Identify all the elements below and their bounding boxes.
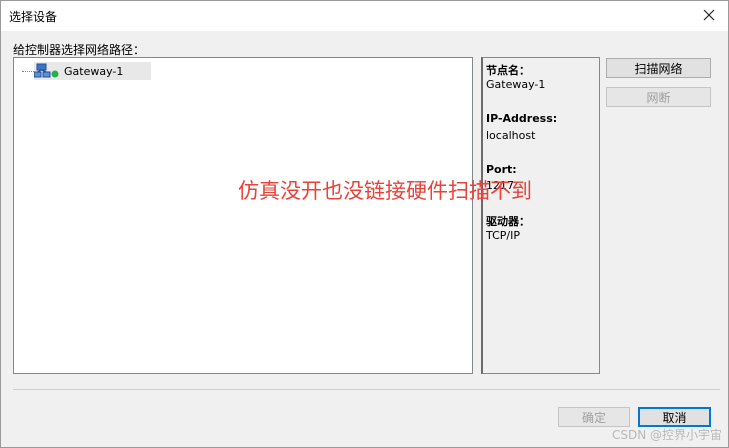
scan-network-button[interactable]: 扫描网络: [606, 58, 711, 78]
ip-address-label: IP-Address:: [486, 112, 558, 125]
port-value: 1217: [486, 179, 514, 192]
close-icon[interactable]: [698, 5, 720, 25]
driver-value: TCP/IP: [486, 229, 520, 242]
title-bar: 选择设备: [1, 1, 728, 31]
tree-node-gateway[interactable]: Gateway-1: [22, 62, 151, 80]
node-info-panel: 节点名： Gateway-1 IP-Address: localhost Por…: [481, 57, 600, 374]
network-path-prompt: 给控制器选择网络路径：: [13, 43, 146, 57]
driver-label: 驱动器：: [486, 215, 530, 228]
network-tree[interactable]: Gateway-1: [13, 57, 473, 374]
tree-connector: [22, 71, 34, 72]
port-label: Port:: [486, 163, 517, 176]
tree-node-label: Gateway-1: [64, 64, 124, 78]
network-gateway-icon: [33, 62, 60, 80]
watermark: CSDN @控界小宇宙: [611, 428, 722, 442]
footer-divider: [13, 389, 720, 390]
node-name-label: 节点名：: [486, 64, 530, 77]
ip-address-value: localhost: [486, 129, 536, 142]
ping-button[interactable]: 网断: [606, 87, 711, 107]
dialog-title: 选择设备: [9, 10, 58, 24]
ok-button[interactable]: 确定: [558, 407, 630, 427]
select-device-dialog: 选择设备 给控制器选择网络路径： Gateway-1 节点名： Gateway-…: [0, 0, 729, 448]
node-name-value: Gateway-1: [486, 78, 546, 91]
cancel-button[interactable]: 取消: [638, 407, 711, 427]
